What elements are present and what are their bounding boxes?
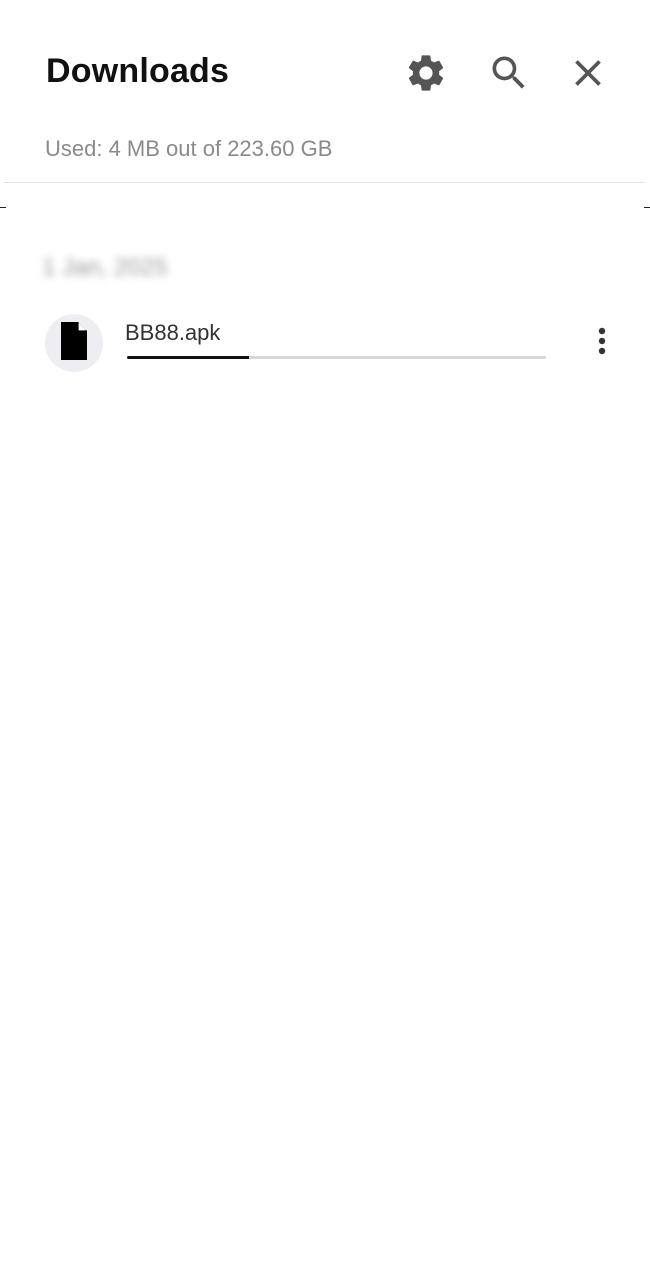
edge-mark-right (644, 207, 650, 208)
more-options-button[interactable] (584, 325, 620, 363)
gear-icon (404, 51, 448, 95)
download-progress-fill (127, 356, 249, 359)
storage-usage-text: Used: 4 MB out of 223.60 GB (45, 136, 333, 161)
edge-mark-left (0, 207, 6, 208)
settings-button[interactable] (403, 50, 449, 96)
header-divider (4, 182, 645, 183)
date-section-header: 1 Jan, 2025 (42, 254, 168, 281)
search-icon (487, 51, 531, 95)
search-button[interactable] (486, 50, 532, 96)
page-title: Downloads (46, 52, 230, 90)
downloads-page: Downloads Used: 4 MB out of 223.60 GB 1 … (0, 0, 650, 1280)
close-icon (566, 51, 610, 95)
download-progress-bar (127, 356, 546, 359)
download-list-item[interactable]: BB88.apk (0, 305, 650, 383)
file-name: BB88.apk (125, 320, 221, 345)
file-icon-container (45, 314, 103, 372)
file-icon (59, 321, 89, 365)
close-button[interactable] (565, 50, 611, 96)
more-vert-icon (597, 327, 607, 362)
